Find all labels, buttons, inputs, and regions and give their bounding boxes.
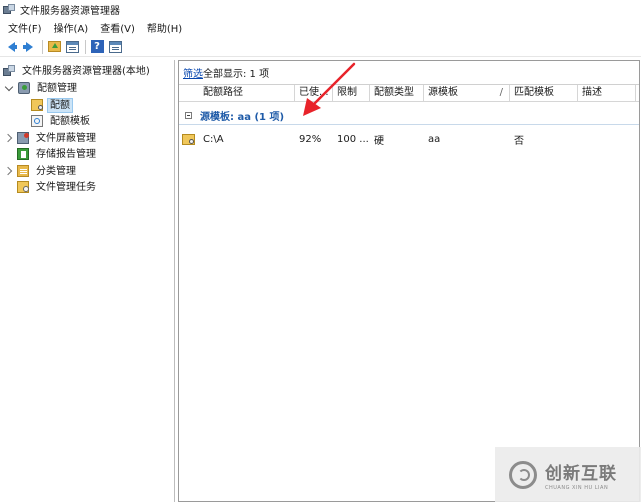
toolbar-separator [85, 39, 86, 54]
watermark: 创新互联 CHUANG XIN HU LIAN [495, 447, 641, 502]
cell-source-template: aa [428, 133, 441, 145]
column-header-description[interactable]: 描述 [578, 85, 636, 101]
tree-item-classification[interactable]: 分类管理 [3, 163, 79, 179]
chevron-right-icon[interactable] [3, 166, 13, 176]
file-task-icon [17, 181, 29, 193]
quota-icon [182, 133, 195, 145]
window-title: 文件服务器资源管理器 [20, 5, 120, 17]
help-icon[interactable]: ? [89, 39, 105, 55]
tree-item-quota-management[interactable]: 配额管理 [3, 80, 80, 96]
tree-item-quota-templates[interactable]: 配额模板 [31, 113, 93, 129]
tree-item-label: 文件屏蔽管理 [36, 132, 96, 144]
column-header-match-template[interactable]: 匹配模板 [510, 85, 578, 101]
watermark-subtext: CHUANG XIN HU LIAN [545, 484, 609, 491]
cell-path: C:\A [203, 133, 224, 145]
column-header-type[interactable]: 配额类型 [370, 85, 424, 101]
group-label: 源模板: aa (1 项) [200, 112, 285, 123]
column-header-limit[interactable]: 限制 [333, 85, 370, 101]
column-header-path[interactable]: 配额路径 [199, 85, 295, 101]
quota-template-icon [31, 115, 43, 127]
tree-item-quota[interactable]: 配额 [31, 97, 73, 113]
tree-item-label: 配额 [47, 97, 73, 113]
filter-status-text: 全部显示: 1 项 [203, 69, 270, 80]
quota-list-pane: 筛选 全部显示: 1 项 配额路径 已使... 限制 配额类型 源模板 / 匹配… [178, 60, 640, 502]
storage-report-icon [17, 148, 29, 160]
tree-item-file-screening[interactable]: 文件屏蔽管理 [3, 130, 99, 146]
column-icon [179, 85, 199, 101]
column-header-label: 源模板 [428, 87, 458, 98]
tree-item-root[interactable]: 文件服务器资源管理器(本地) [3, 63, 153, 79]
folder-up-icon[interactable] [46, 39, 62, 55]
forward-arrow-icon[interactable] [21, 39, 37, 55]
quota-management-icon [18, 82, 30, 94]
collapse-group-icon[interactable] [185, 112, 192, 119]
menu-action[interactable]: 操作(A) [48, 20, 95, 35]
cell-match-template: 否 [514, 135, 524, 147]
action-pane-icon[interactable] [107, 39, 123, 55]
filter-bar: 筛选 全部显示: 1 项 [179, 61, 639, 85]
cell-used: 92% [299, 133, 322, 145]
chevron-right-icon[interactable] [3, 133, 13, 143]
back-arrow-icon[interactable] [3, 39, 19, 55]
navigation-tree: 文件服务器资源管理器(本地) 配额管理 配额 配额模板 文件屏蔽管理 存储报告管… [0, 60, 175, 502]
tree-item-label: 配额管理 [37, 82, 77, 94]
show-hide-tree-icon[interactable] [64, 39, 80, 55]
menu-bar: 文件(F) 操作(A) 查看(V) 帮助(H) [0, 18, 641, 36]
classification-icon [17, 165, 29, 177]
menu-view[interactable]: 查看(V) [94, 20, 141, 35]
table-row[interactable]: C:\A 92% 100 ... 硬 aa 否 [179, 130, 639, 148]
watermark-logo-icon [509, 460, 537, 489]
sort-indicator: / [499, 87, 503, 98]
menu-file[interactable]: 文件(F) [0, 20, 48, 35]
toolbar-separator [42, 39, 43, 54]
server-icon [3, 65, 15, 77]
column-header-source-template[interactable]: 源模板 / [424, 85, 510, 101]
list-header: 配额路径 已使... 限制 配额类型 源模板 / 匹配模板 描述 [179, 85, 639, 102]
column-header-used[interactable]: 已使... [295, 85, 333, 101]
quota-icon [31, 99, 43, 111]
file-screen-icon [17, 132, 29, 144]
cell-limit: 100 ... [337, 133, 369, 145]
title-bar: 文件服务器资源管理器 [0, 0, 641, 18]
tree-item-label: 配额模板 [50, 115, 90, 127]
chevron-down-icon[interactable] [4, 82, 14, 92]
tree-item-label: 文件管理任务 [36, 181, 96, 193]
tree-item-label: 分类管理 [36, 165, 76, 177]
server-manager-icon [3, 3, 15, 15]
tree-item-storage-reports[interactable]: 存储报告管理 [17, 146, 99, 162]
tree-item-file-management-tasks[interactable]: 文件管理任务 [17, 179, 99, 195]
row-icon-cell [179, 133, 199, 145]
filter-link[interactable]: 筛选 [183, 65, 203, 80]
cell-type: 硬 [374, 135, 384, 147]
tree-item-label: 存储报告管理 [36, 148, 96, 160]
toolbar: ? [0, 37, 641, 57]
watermark-text: 创新互联 [545, 463, 617, 484]
tree-item-label: 文件服务器资源管理器(本地) [22, 65, 150, 77]
menu-help[interactable]: 帮助(H) [141, 20, 188, 35]
group-header-row[interactable]: 源模板: aa (1 项) [179, 107, 639, 125]
